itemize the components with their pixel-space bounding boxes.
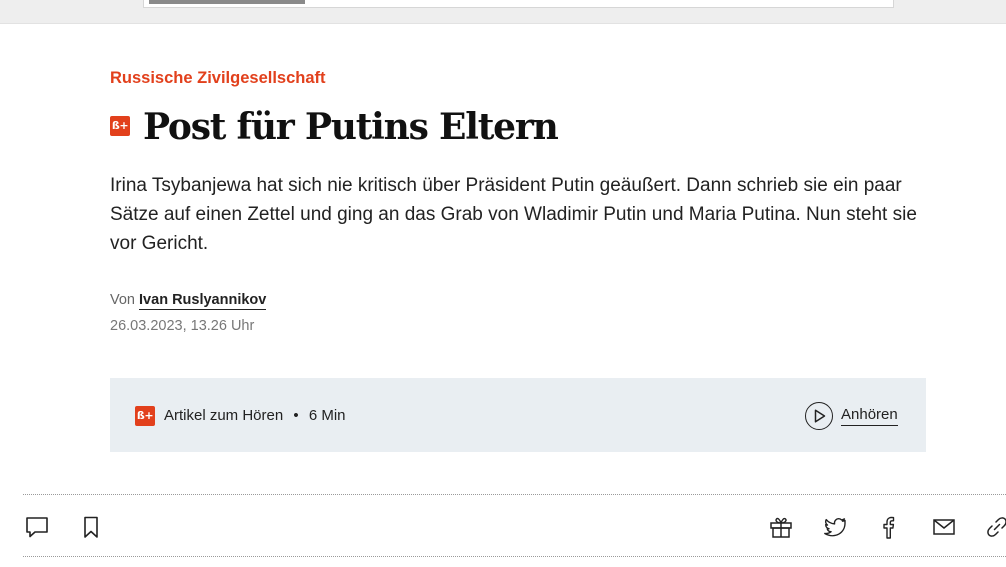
comment-icon[interactable]: [24, 514, 50, 540]
audio-player: ß+ Artikel zum Hören • 6 Min Anhören: [110, 378, 926, 452]
publish-date: 26.03.2023, 13.26 Uhr: [110, 318, 255, 334]
ad-banner-image: [149, 0, 305, 4]
byline-prefix: Von: [110, 292, 135, 308]
toolbar-divider-top: [23, 494, 1006, 495]
bookmark-icon[interactable]: [78, 514, 104, 540]
article-kicker: Russische Zivilgesellschaft: [110, 69, 326, 87]
audio-title: Artikel zum Hören: [164, 407, 284, 424]
audio-duration: 6 Min: [308, 407, 346, 424]
byline: Von Ivan Ruslyannikov: [110, 292, 267, 310]
gift-icon[interactable]: [768, 514, 794, 540]
listen-button[interactable]: Anhören: [841, 406, 898, 426]
ad-banner-edge: [143, 0, 894, 8]
twitter-icon[interactable]: [822, 514, 848, 540]
mail-icon[interactable]: [931, 514, 957, 540]
audio-label: Artikel zum Hören • 6 Min: [164, 407, 346, 424]
toolbar-divider-bottom: [23, 556, 1006, 557]
spiegel-plus-badge: ß+: [135, 406, 155, 426]
link-icon[interactable]: [984, 514, 1006, 540]
spiegel-plus-badge: ß+: [110, 116, 130, 136]
top-ad-strip: [0, 0, 1006, 24]
audio-separator: •: [293, 407, 299, 424]
play-icon[interactable]: [805, 402, 833, 430]
article-headline: Post für Putins Eltern: [143, 106, 559, 148]
author-link[interactable]: Ivan Ruslyannikov: [139, 292, 267, 310]
facebook-icon[interactable]: [876, 514, 902, 540]
article-teaser: Irina Tsybanjewa hat sich nie kritisch ü…: [110, 175, 917, 254]
